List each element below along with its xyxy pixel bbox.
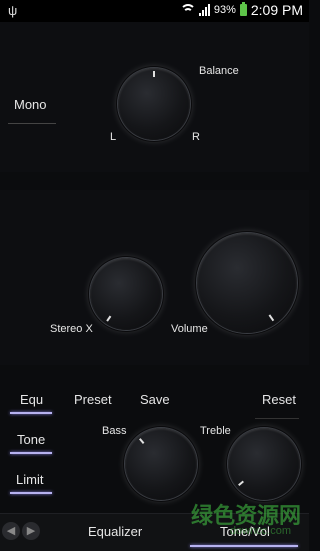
balance-knob[interactable] [118,68,190,140]
bass-knob[interactable] [125,428,197,500]
stereo-x-knob[interactable] [90,258,162,330]
tab-limit-underline [10,492,52,494]
battery-percent: 93% [213,4,236,16]
watermark-url: downcc.com [229,525,291,537]
save-button[interactable]: Save [140,392,170,407]
balance-right-label: R [192,131,200,143]
stereo-x-knob-indicator [106,315,112,322]
preset-button[interactable]: Preset [74,392,112,407]
status-bar: ψ 93% 2:09 PM [0,0,309,22]
volume-knob[interactable] [197,233,297,333]
stereo-x-label: Stereo X [50,323,93,335]
reset-underline [255,418,299,419]
usb-icon: ψ [8,3,18,18]
treble-label: Treble [200,425,231,437]
volume-knob-indicator [268,314,275,322]
balance-label: Balance [199,65,239,77]
balance-left-label: L [110,131,117,143]
signal-icon [198,4,210,16]
wifi-icon [179,4,196,16]
treble-knob[interactable] [228,428,300,500]
reset-button[interactable]: Reset [262,392,296,407]
battery-icon [239,2,247,16]
prev-arrow-icon[interactable]: ◀ [2,522,20,540]
bass-label: Bass [102,425,127,437]
tab-tone-vol-underline [190,545,298,547]
tab-equ[interactable]: Equ [20,392,43,407]
treble-knob-indicator [238,480,244,486]
bass-knob-indicator [139,438,145,444]
balance-knob-indicator [153,71,155,77]
tab-tone-underline [10,452,52,454]
next-arrow-icon[interactable]: ▶ [22,522,40,540]
clock: 2:09 PM [250,2,303,18]
mono-underline [8,123,56,124]
tab-equ-underline [10,412,52,414]
volume-label: Volume [171,323,208,335]
tab-equalizer[interactable]: Equalizer [88,524,142,539]
tab-tone[interactable]: Tone [17,432,45,447]
mono-button[interactable]: Mono [14,97,47,112]
tab-limit[interactable]: Limit [16,472,43,487]
